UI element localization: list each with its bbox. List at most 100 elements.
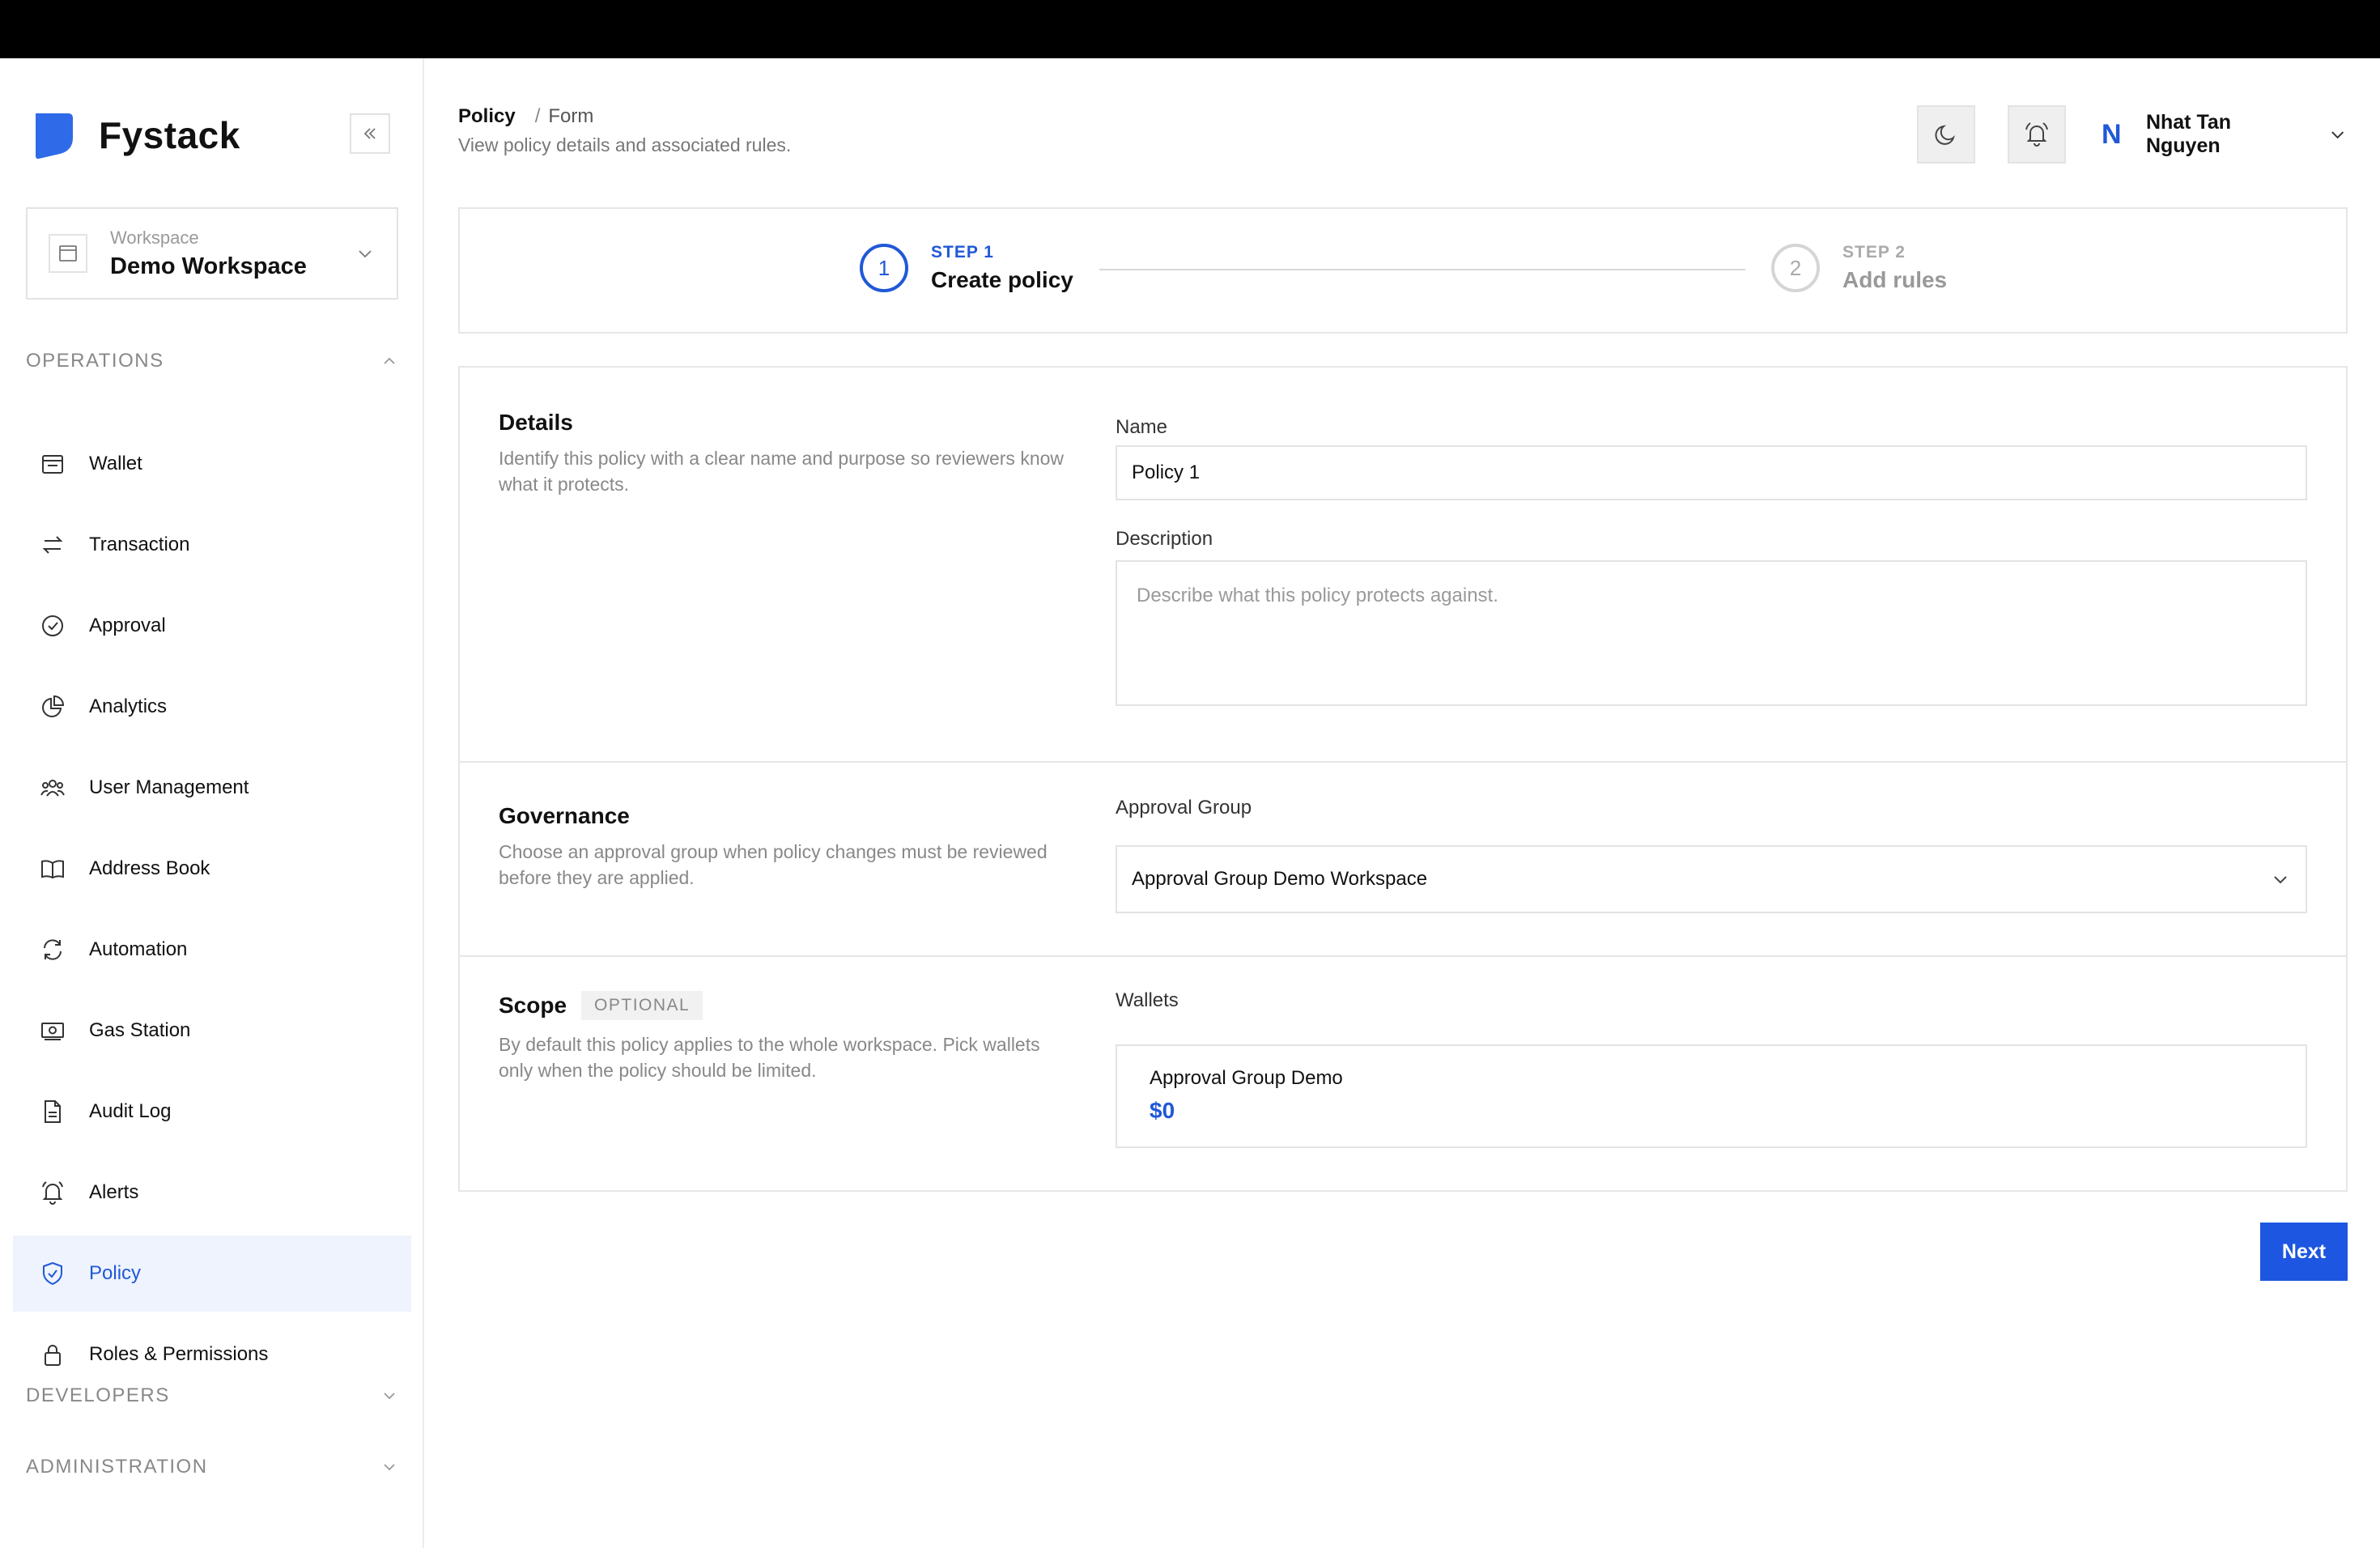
description-label: Description	[1116, 528, 1213, 550]
section-divider	[460, 955, 2346, 957]
sidebar-item-wallet[interactable]: Wallet	[13, 426, 411, 502]
sidebar-item-label: User Management	[89, 776, 249, 798]
details-title-text: Details	[499, 410, 573, 435]
sidebar-nav: Wallet Transaction Approval Analytics Us…	[13, 426, 411, 1397]
workspace-label: Workspace	[110, 227, 199, 248]
moon-icon	[1935, 125, 1955, 145]
wallet-icon	[39, 450, 66, 478]
sidebar-item-transaction[interactable]: Transaction	[13, 507, 411, 583]
optional-badge: OPTIONAL	[581, 991, 703, 1020]
breadcrumb: Policy / Form	[458, 105, 593, 128]
approval-group-select[interactable]: Approval Group Demo Workspace	[1116, 845, 2307, 913]
workspace-selector[interactable]: Workspace Demo Workspace	[26, 207, 398, 300]
sidebar-item-user-management[interactable]: User Management	[13, 750, 411, 826]
details-description: Identify this policy with a clear name a…	[499, 448, 1065, 495]
cash-icon	[39, 1017, 66, 1044]
sidebar-item-label: Policy	[89, 1262, 142, 1284]
avatar: N	[2102, 118, 2122, 150]
collapse-sidebar-button[interactable]	[350, 113, 390, 154]
users-icon	[39, 774, 66, 802]
workspace-icon	[49, 234, 87, 273]
breadcrumb-policy-link[interactable]: Policy	[458, 105, 516, 128]
wallet-card[interactable]: Approval Group Demo $0	[1116, 1044, 2307, 1148]
step-1-label: STEP 1	[931, 243, 994, 262]
policy-form: Details Identify this policy with a clea…	[458, 366, 2348, 1192]
check-circle-icon	[39, 612, 66, 640]
sidebar-item-alerts[interactable]: Alerts	[13, 1155, 411, 1231]
brand[interactable]: Fystack	[31, 107, 240, 164]
approval-group-label: Approval Group	[1116, 797, 1252, 819]
sidebar-item-gas-station[interactable]: Gas Station	[13, 993, 411, 1069]
chevron-down-icon	[359, 250, 372, 258]
operations-label: OPERATIONS	[26, 350, 164, 372]
chevron-up-icon	[384, 357, 395, 364]
breadcrumb-separator: /	[534, 105, 541, 127]
developers-section-header[interactable]: DEVELOPERS	[26, 1384, 398, 1407]
brand-name: Fystack	[99, 114, 240, 156]
operations-section-header[interactable]: OPERATIONS	[26, 350, 398, 372]
sidebar-item-label: Automation	[89, 938, 188, 960]
breadcrumb-current: Form	[548, 105, 594, 127]
step-2-circle: 2	[1771, 244, 1820, 292]
step-2-label: STEP 2	[1842, 243, 1906, 262]
sidebar-item-label: Approval	[89, 615, 166, 636]
page-subtitle: View policy details and associated rules…	[458, 134, 792, 155]
next-button[interactable]: Next	[2260, 1223, 2348, 1281]
sidebar-item-label: Wallet	[89, 453, 142, 474]
step-2[interactable]: 2 STEP 2 Add rules	[1771, 243, 1947, 293]
bell-icon	[2025, 122, 2048, 147]
sidebar-item-address-book[interactable]: Address Book	[13, 831, 411, 907]
scope-description: By default this policy applies to the wh…	[499, 1034, 1040, 1081]
administration-label: ADMINISTRATION	[26, 1456, 208, 1478]
administration-section-header[interactable]: ADMINISTRATION	[26, 1456, 398, 1478]
sidebar-item-label: Alerts	[89, 1181, 139, 1203]
notifications-button[interactable]	[2008, 105, 2066, 164]
sidebar-item-roles-permissions[interactable]: Roles & Permissions	[13, 1316, 411, 1393]
step-1-circle: 1	[860, 244, 908, 292]
wallets-label: Wallets	[1116, 989, 1179, 1011]
step-1-title: Create policy	[931, 267, 1073, 292]
sidebar: Fystack Workspace Demo Workspace OPERATI…	[0, 58, 424, 1548]
chevron-down-icon	[384, 1393, 395, 1400]
user-menu[interactable]: N Nhat Tan Nguyen	[2102, 111, 2348, 157]
bell-icon	[39, 1179, 66, 1206]
window-top-bar	[0, 0, 2380, 58]
step-connector	[1099, 269, 1745, 270]
developers-label: DEVELOPERS	[26, 1384, 170, 1406]
pie-chart-icon	[39, 693, 66, 721]
document-icon	[39, 1098, 66, 1125]
governance-title-text: Governance	[499, 803, 630, 828]
chevrons-left-icon	[363, 128, 376, 139]
theme-toggle-button[interactable]	[1917, 105, 1975, 164]
sidebar-item-label: Roles & Permissions	[89, 1343, 269, 1365]
sidebar-item-label: Transaction	[89, 534, 190, 555]
chevron-down-icon	[2331, 131, 2344, 139]
step-1[interactable]: 1 STEP 1 Create policy	[860, 243, 1073, 293]
book-icon	[39, 855, 66, 882]
sidebar-item-policy[interactable]: Policy	[13, 1235, 411, 1312]
governance-description: Choose an approval group when policy cha…	[499, 841, 1048, 888]
description-textarea[interactable]: Describe what this policy protects again…	[1116, 560, 2307, 706]
governance-title: Governance	[499, 803, 630, 829]
sidebar-item-automation[interactable]: Automation	[13, 912, 411, 988]
chevron-down-icon	[384, 1464, 395, 1471]
sidebar-item-label: Audit Log	[89, 1100, 172, 1122]
name-input[interactable]: Policy 1	[1116, 445, 2307, 500]
name-label: Name	[1116, 416, 1168, 438]
wallet-balance: $0	[1150, 1098, 1175, 1123]
scope-title: Scope OPTIONAL	[499, 991, 703, 1020]
details-title: Details	[499, 410, 573, 436]
workspace-name: Demo Workspace	[110, 253, 307, 279]
sidebar-item-label: Gas Station	[89, 1019, 191, 1041]
step-2-title: Add rules	[1842, 267, 1948, 292]
brand-logo-icon	[36, 113, 73, 159]
arrows-swap-icon	[39, 531, 66, 559]
sidebar-item-analytics[interactable]: Analytics	[13, 669, 411, 745]
sidebar-item-audit-log[interactable]: Audit Log	[13, 1074, 411, 1150]
section-divider	[460, 761, 2346, 763]
refresh-icon	[39, 936, 66, 963]
sidebar-item-approval[interactable]: Approval	[13, 588, 411, 664]
approval-group-value: Approval Group Demo Workspace	[1132, 868, 1428, 890]
sidebar-item-label: Address Book	[89, 857, 210, 879]
stepper: 1 STEP 1 Create policy 2 STEP 2 Add rule…	[458, 207, 2348, 334]
